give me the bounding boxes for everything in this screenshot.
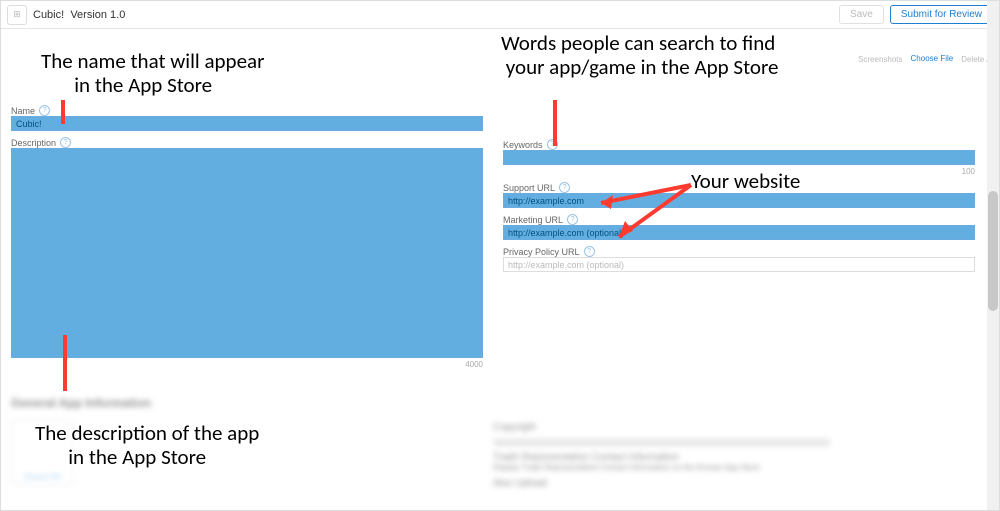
app-icon-upload[interactable]: Choose File	[11, 420, 73, 486]
privacy-url-input[interactable]: http://example.com (optional)	[503, 257, 975, 272]
app-title: Cubic! Version 1.0	[33, 9, 125, 21]
keywords-char-count: 100	[503, 167, 975, 176]
support-url-input[interactable]: http://example.com	[503, 193, 975, 208]
help-icon[interactable]: ?	[39, 105, 50, 116]
name-input[interactable]: Cubic!	[11, 116, 483, 131]
general-app-information-section: General App Information Choose File Copy…	[1, 390, 985, 510]
support-url-label: Support URL ?	[503, 182, 975, 193]
keywords-input[interactable]	[503, 150, 975, 165]
description-textarea[interactable]	[11, 148, 483, 358]
help-icon[interactable]: ?	[567, 214, 578, 225]
submit-for-review-button[interactable]: Submit for Review	[890, 5, 993, 24]
help-icon[interactable]: ?	[559, 182, 570, 193]
description-char-count: 4000	[11, 360, 483, 369]
privacy-url-label: Privacy Policy URL ?	[503, 246, 975, 257]
help-icon[interactable]: ?	[547, 139, 558, 150]
name-label: Name ?	[11, 105, 483, 116]
save-button[interactable]: Save	[839, 5, 884, 24]
description-label: Description ?	[11, 137, 483, 148]
marketing-url-label: Marketing URL ?	[503, 214, 975, 225]
help-icon[interactable]: ?	[584, 246, 595, 257]
marketing-url-input[interactable]: http://example.com (optional)	[503, 225, 975, 240]
app-icon: ⊞	[7, 5, 27, 25]
help-icon[interactable]: ?	[60, 137, 71, 148]
scrollbar[interactable]	[987, 1, 999, 510]
keywords-label: Keywords ?	[503, 139, 975, 150]
